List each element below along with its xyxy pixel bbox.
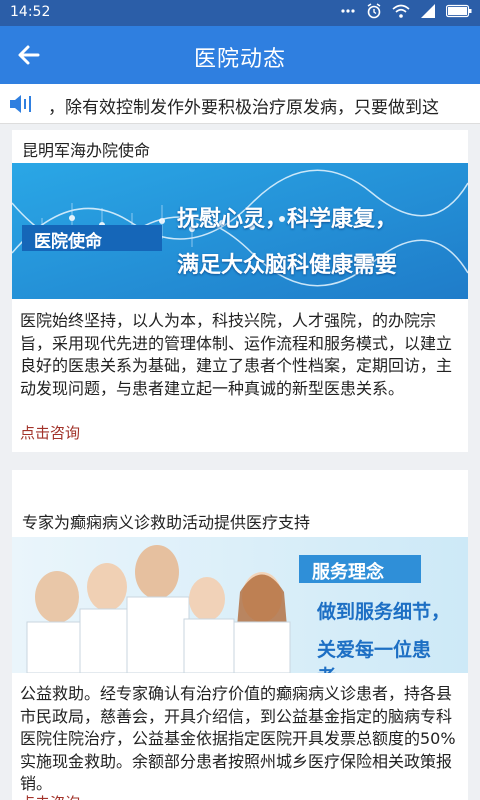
article-card[interactable]: 专家为癫痫病义诊救助活动提供医疗支持 服务理念 做到服务细节， 关爱每一位患 公…	[12, 470, 468, 800]
battery-icon	[445, 4, 472, 22]
banner-line-2: 关爱每一位患者。	[317, 639, 432, 673]
article-card[interactable]: 昆明军海办院使命 医院使命 抚慰心灵，科学康复， 满足大众脑科健康需要 医院始终…	[12, 130, 468, 452]
banner-line-1: 做到服务细节，	[317, 601, 451, 623]
article-banner: 医院使命 抚慰心灵，科学康复， 满足大众脑科健康需要	[12, 163, 468, 299]
article-title: 专家为癫痫病义诊救助活动提供医疗支持	[22, 513, 311, 532]
banner-line-2: 满足大众脑科健康需要	[177, 253, 398, 278]
article-body: 公益救助。经专家确认有治疗价值的癫痫病义诊患者，持各县市民政局，慈善会，开具介绍…	[20, 684, 456, 793]
banner-tag: 医院使命	[34, 232, 102, 252]
news-ticker[interactable]: ，除有效控制发作外要积极治疗原发病，只要做到这	[0, 84, 480, 124]
banner-line-1: 抚慰心灵，科学康复，	[177, 207, 398, 232]
app-bar: 医院动态	[0, 26, 480, 84]
page-title: 医院动态	[193, 47, 286, 72]
article-banner: 服务理念 做到服务细节， 关爱每一位患者。	[12, 537, 468, 673]
article-body: 医院始终坚持，以人为本，科技兴院，人才强院，的办院宗旨，采用现代先进的管理体制、…	[20, 311, 453, 398]
status-time: 14:52	[10, 4, 51, 20]
alarm-icon	[366, 3, 382, 23]
banner-tag: 服务理念	[312, 562, 384, 583]
article-title: 昆明军海办院使命	[22, 141, 151, 160]
dots-icon	[340, 3, 356, 23]
ticker-text: ，除有效控制发作外要积极治疗原发病，只要做到这	[48, 98, 439, 118]
status-icons	[340, 3, 472, 23]
signal-icon	[420, 3, 436, 23]
speaker-icon	[10, 94, 36, 114]
consult-link[interactable]: 点击咨询	[20, 422, 80, 443]
wifi-icon	[392, 3, 410, 23]
consult-link[interactable]: 点击咨询	[20, 792, 80, 800]
status-bar: 14:52	[0, 0, 480, 26]
